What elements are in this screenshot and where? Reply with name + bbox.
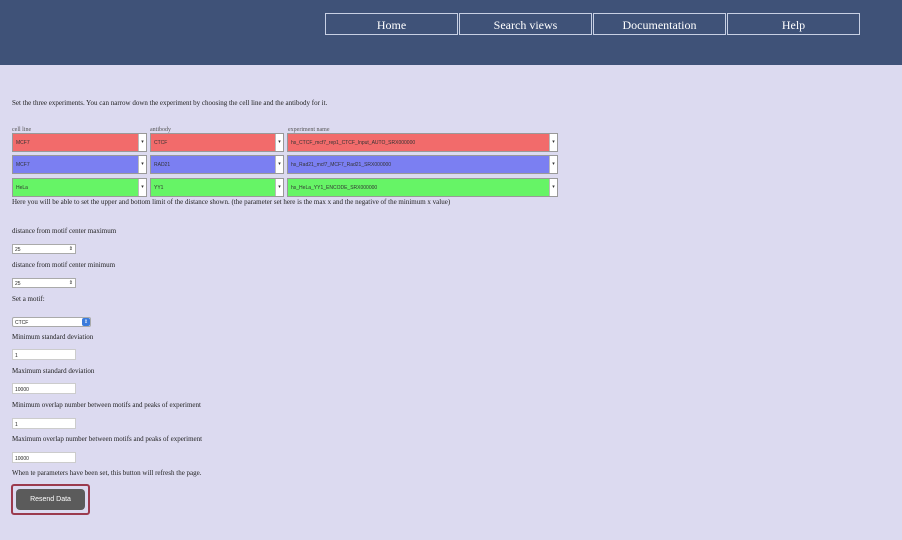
chevron-down-icon: ▾ <box>138 179 146 196</box>
chevron-down-icon: ▾ <box>275 179 283 196</box>
experiment-value: hs_Rad21_mcf7_MCF7_Rad21_SRX000000 <box>291 162 392 168</box>
motif-select[interactable]: CTCF ⇕ <box>12 317 91 327</box>
resend-data-button[interactable]: Resend Data <box>16 489 85 510</box>
cell-line-value: HeLa <box>16 185 28 191</box>
antibody-select-2[interactable]: RAD21 ▾ <box>150 155 284 174</box>
cell-line-value: MCF7 <box>16 140 30 146</box>
cell-line-select-1[interactable]: MCF7 ▾ <box>12 133 147 152</box>
chevron-down-icon: ▾ <box>138 134 146 151</box>
chevron-down-icon: ▾ <box>549 179 557 196</box>
intro-text: Set the three experiments. You can narro… <box>12 99 328 107</box>
antibody-value: YY1 <box>154 185 164 191</box>
experiment-value: hs_CTCF_mcf7_rep1_CTCF_Input_AUTO_SRX000… <box>291 140 416 146</box>
distance-min-input[interactable]: 25 ⇕ <box>12 278 76 288</box>
chevron-down-icon: ▾ <box>275 134 283 151</box>
antibody-select-1[interactable]: CTCF ▾ <box>150 133 284 152</box>
chevron-down-icon: ▾ <box>275 156 283 173</box>
refresh-note: When te parameters have been set, this b… <box>12 469 202 477</box>
chevron-updown-icon: ⇕ <box>82 318 90 326</box>
chevron-down-icon: ▾ <box>549 156 557 173</box>
antibody-value: RAD21 <box>154 162 171 168</box>
resend-highlight: Resend Data <box>11 484 90 515</box>
distance-min-label: distance from motif center minimum <box>12 261 116 269</box>
max-overlap-label: Maximum overlap number between motifs an… <box>12 435 203 443</box>
chevron-down-icon: ▾ <box>549 134 557 151</box>
nav-documentation[interactable]: Documentation <box>593 13 726 35</box>
distance-max-input[interactable]: 25 ⇕ <box>12 244 76 254</box>
nav-search-views[interactable]: Search views <box>459 13 592 35</box>
max-std-label: Maximum standard deviation <box>12 367 95 375</box>
nav-help[interactable]: Help <box>727 13 860 35</box>
min-overlap-label: Minimum overlap number between motifs an… <box>12 401 201 409</box>
antibody-select-3[interactable]: YY1 ▾ <box>150 178 284 197</box>
distance-max-value: 25 <box>15 247 21 253</box>
min-overlap-input[interactable]: 1 <box>12 418 76 429</box>
max-std-input[interactable]: 10000 <box>12 383 76 394</box>
cell-line-value: MCF7 <box>16 162 30 168</box>
min-std-label: Minimum standard deviation <box>12 333 94 341</box>
spinner-icon[interactable]: ⇕ <box>69 280 73 286</box>
spinner-icon[interactable]: ⇕ <box>69 246 73 252</box>
motif-label: Set a motif: <box>12 295 45 303</box>
experiment-select-1[interactable]: hs_CTCF_mcf7_rep1_CTCF_Input_AUTO_SRX000… <box>287 133 558 152</box>
main-nav: Home Search views Documentation Help <box>325 13 860 35</box>
experiment-select-3[interactable]: hs_HeLa_YY1_ENCODE_SRX000000 ▾ <box>287 178 558 197</box>
min-std-input[interactable]: 1 <box>12 349 76 360</box>
experiment-select-2[interactable]: hs_Rad21_mcf7_MCF7_Rad21_SRX000000 ▾ <box>287 155 558 174</box>
experiment-value: hs_HeLa_YY1_ENCODE_SRX000000 <box>291 185 378 191</box>
chevron-down-icon: ▾ <box>138 156 146 173</box>
distance-min-value: 25 <box>15 281 21 287</box>
cell-line-select-2[interactable]: MCF7 ▾ <box>12 155 147 174</box>
max-overlap-input[interactable]: 10000 <box>12 452 76 463</box>
motif-value: CTCF <box>15 320 29 326</box>
distance-max-label: distance from motif center maximum <box>12 227 117 235</box>
nav-home[interactable]: Home <box>325 13 458 35</box>
antibody-value: CTCF <box>154 140 168 146</box>
distance-note: Here you will be able to set the upper a… <box>12 198 451 206</box>
cell-line-select-3[interactable]: HeLa ▾ <box>12 178 147 197</box>
header-bar: Home Search views Documentation Help <box>0 0 902 65</box>
